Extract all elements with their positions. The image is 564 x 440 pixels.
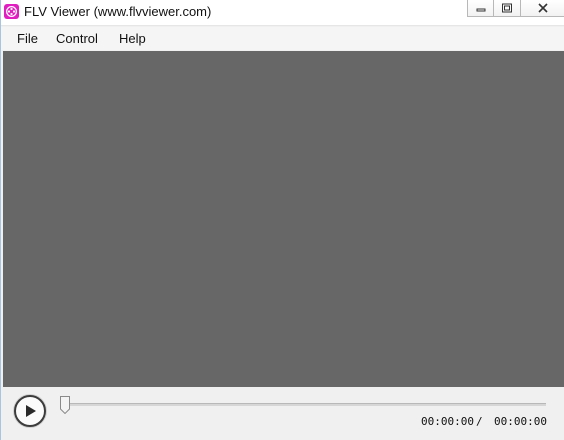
caption-buttons [467, 0, 564, 18]
menu-control[interactable]: Control [54, 31, 100, 46]
play-icon [26, 405, 36, 417]
current-time: 00:00:00 [421, 415, 474, 428]
close-button[interactable] [521, 0, 564, 17]
seek-bar[interactable] [64, 403, 546, 406]
window-title: FLV Viewer (www.flvviewer.com) [24, 4, 212, 19]
maximize-icon [502, 3, 512, 13]
minimize-icon [476, 8, 485, 12]
total-time: 00:00:00 [494, 415, 547, 428]
title-bar[interactable]: FLV Viewer (www.flvviewer.com) [1, 0, 564, 26]
play-button[interactable] [14, 395, 46, 427]
menu-help[interactable]: Help [117, 31, 148, 46]
seek-slider-thumb[interactable] [60, 396, 70, 415]
time-separator: / [476, 415, 483, 428]
minimize-button[interactable] [467, 0, 494, 17]
flv-viewer-app-icon[interactable] [4, 4, 19, 19]
maximize-button[interactable] [494, 0, 521, 17]
playback-controls: 00:00:00 / 00:00:00 [2, 387, 564, 440]
menu-bar: File Control Help [1, 27, 564, 50]
app-window: FLV Viewer (www.flvviewer.com) File Cont… [0, 0, 564, 440]
close-icon [537, 3, 548, 13]
menu-file[interactable]: File [15, 31, 40, 46]
video-display-area[interactable] [3, 51, 564, 387]
